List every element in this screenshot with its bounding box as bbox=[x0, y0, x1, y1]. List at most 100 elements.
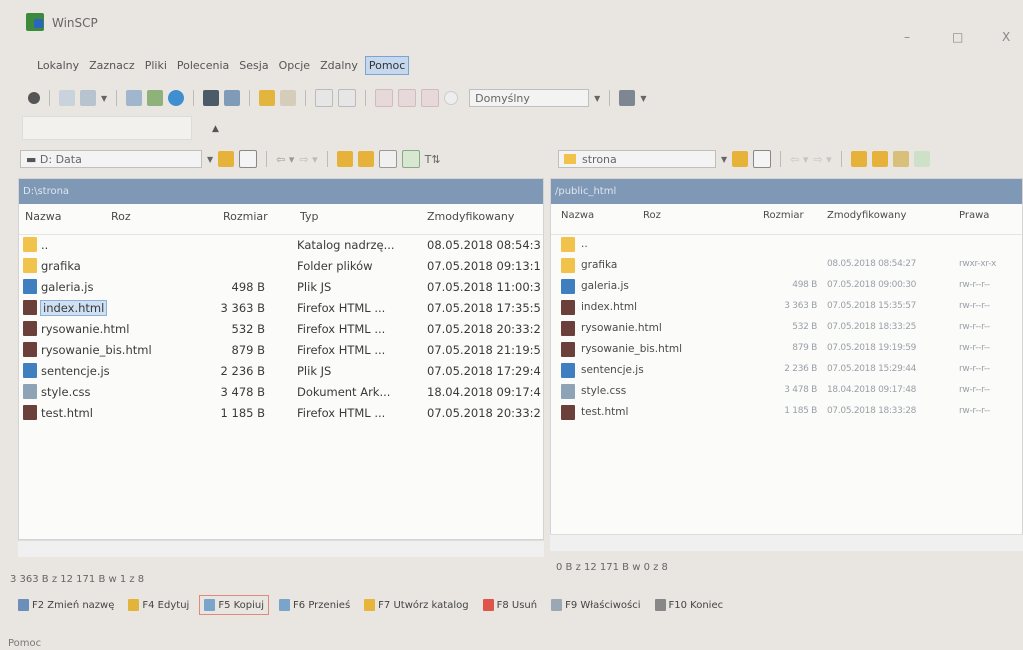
table-row[interactable]: sentencje.js 2 236 B Plik JS 07.05.2018 17:… bbox=[19, 361, 543, 382]
refresh-icon[interactable] bbox=[401, 150, 420, 168]
table-row[interactable]: test.html 1 185 B Firefox HTML ... 07.05.20… bbox=[19, 403, 543, 424]
preferences-icon[interactable] bbox=[28, 92, 40, 104]
refresh-icon[interactable] bbox=[913, 151, 930, 167]
close-button[interactable]: X bbox=[1002, 30, 1010, 44]
table-row[interactable]: rysowanie.html 532 B Firefox HTML ... 07.05… bbox=[19, 319, 543, 340]
function-key-button[interactable]: F9 Właściwości bbox=[547, 596, 644, 614]
menu-zdalny[interactable]: Zdalny bbox=[317, 57, 361, 74]
html-file-icon bbox=[561, 405, 575, 420]
queue-icon[interactable] bbox=[59, 90, 75, 106]
column-ext[interactable]: Roz bbox=[643, 210, 661, 221]
compare-icon[interactable] bbox=[126, 90, 143, 106]
chevron-down-icon[interactable]: ▼ bbox=[207, 155, 213, 164]
function-key-button[interactable]: F8 Usuń bbox=[479, 596, 542, 614]
root-directory-icon[interactable] bbox=[871, 151, 888, 167]
menu-lokalny[interactable]: Lokalny bbox=[34, 57, 82, 74]
table-row[interactable]: grafika Folder plików 07.05.2018 09:13:1 bbox=[19, 256, 543, 277]
column-modified[interactable]: Zmodyfikowany bbox=[427, 210, 514, 223]
menu-zaznacz[interactable]: Zaznacz bbox=[86, 57, 138, 74]
back-icon[interactable]: ⇦ ▾ bbox=[790, 153, 808, 166]
column-ext[interactable]: Roz bbox=[111, 210, 131, 223]
left-drive-select[interactable]: ▬ D: Data bbox=[20, 150, 202, 168]
function-key-label: F5 Kopiuj bbox=[218, 599, 265, 611]
function-key-button[interactable]: F5 Kopiuj bbox=[199, 595, 270, 615]
view-details-icon[interactable] bbox=[398, 89, 417, 107]
column-modified[interactable]: Zmodyfikowany bbox=[827, 210, 906, 221]
remote-horizontal-scrollbar[interactable] bbox=[550, 534, 1023, 551]
filter-icon[interactable] bbox=[753, 150, 772, 168]
session-tab[interactable] bbox=[22, 116, 192, 140]
menu-pomoc[interactable]: Pomoc bbox=[364, 55, 410, 75]
local-path-header: D:\strona bbox=[19, 179, 543, 204]
terminal-icon[interactable] bbox=[203, 90, 220, 106]
table-row[interactable]: style.css 3 478 B Dokument Ark... 18.04.201… bbox=[19, 382, 543, 403]
remote-status: 0 B z 12 171 B w 0 z 8 bbox=[556, 562, 668, 573]
table-row[interactable]: rysowanie.html 532 B 07.05.2018 18:33:25 rw… bbox=[551, 319, 1022, 340]
menu-sesja[interactable]: Sesja bbox=[236, 57, 271, 74]
column-name[interactable]: Nazwa bbox=[25, 210, 61, 223]
table-row[interactable]: index.html 3 363 B Firefox HTML ... 07.05.2… bbox=[19, 298, 543, 319]
unselect-icon[interactable] bbox=[338, 89, 357, 107]
help-icon[interactable] bbox=[444, 91, 459, 105]
filter-icon[interactable] bbox=[239, 150, 258, 168]
column-rights[interactable]: Prawa bbox=[959, 210, 989, 221]
function-key-button[interactable]: F4 Edytuj bbox=[124, 596, 193, 614]
function-key-button[interactable]: F2 Zmień nazwę bbox=[14, 596, 118, 614]
find-files-icon[interactable] bbox=[259, 90, 276, 106]
table-row[interactable]: index.html 3 363 B 07.05.2018 15:35:57 rw-r… bbox=[551, 298, 1022, 319]
column-size[interactable]: Rozmiar bbox=[763, 210, 804, 221]
home-icon[interactable] bbox=[892, 151, 909, 167]
forward-icon[interactable]: ⇨ ▾ bbox=[813, 153, 831, 166]
menu-opcje[interactable]: Opcje bbox=[276, 57, 314, 74]
refresh-icon[interactable] bbox=[168, 90, 185, 106]
view-icons-icon[interactable] bbox=[421, 89, 440, 107]
synchronize-icon[interactable] bbox=[80, 90, 96, 106]
function-key-button[interactable]: F7 Utwórz katalog bbox=[360, 596, 472, 614]
table-row[interactable]: sentencje.js 2 236 B 07.05.2018 15:29:44 rw… bbox=[551, 361, 1022, 382]
file-size: 3 363 B bbox=[220, 301, 265, 315]
table-row[interactable]: galeria.js 498 B 07.05.2018 09:00:30 rw-r--… bbox=[551, 277, 1022, 298]
parent-directory-icon[interactable] bbox=[336, 151, 353, 167]
file-type: Firefox HTML ... bbox=[297, 301, 386, 315]
transfer-options-icon[interactable] bbox=[619, 90, 636, 106]
home-icon[interactable] bbox=[378, 150, 397, 168]
column-name[interactable]: Nazwa bbox=[561, 210, 594, 221]
maximize-button[interactable]: □ bbox=[952, 30, 963, 44]
minimize-button[interactable]: – bbox=[904, 30, 910, 44]
table-row[interactable]: .. bbox=[551, 235, 1022, 256]
table-row[interactable]: galeria.js 498 B Plik JS 07.05.2018 11:00:3 bbox=[19, 277, 543, 298]
function-key-button[interactable]: F10 Koniec bbox=[651, 596, 728, 614]
table-row[interactable]: test.html 1 185 B 07.05.2018 18:33:28 rw-r-… bbox=[551, 403, 1022, 424]
sort-icon[interactable]: T⇅ bbox=[425, 153, 441, 166]
table-row[interactable]: style.css 3 478 B 18.04.2018 09:17:48 rw-r-… bbox=[551, 382, 1022, 403]
local-horizontal-scrollbar[interactable] bbox=[18, 540, 544, 557]
table-row[interactable]: rysowanie_bis.html 879 B 07.05.2018 19:19:… bbox=[551, 340, 1022, 361]
keep-up-to-date-icon[interactable] bbox=[147, 90, 164, 106]
view-list-icon[interactable] bbox=[375, 89, 394, 107]
table-row[interactable]: rysowanie_bis.html 879 B Firefox HTML ... 0… bbox=[19, 340, 543, 361]
parent-directory-icon[interactable] bbox=[850, 151, 867, 167]
chevron-down-icon[interactable]: ▼ bbox=[101, 94, 107, 103]
function-key-button[interactable]: F6 Przenieś bbox=[275, 596, 354, 614]
column-type[interactable]: Typ bbox=[300, 210, 319, 223]
new-tab-icon[interactable]: ▲ bbox=[212, 124, 219, 134]
putty-icon[interactable] bbox=[224, 90, 241, 106]
open-folder-icon[interactable] bbox=[732, 151, 749, 167]
select-icon[interactable] bbox=[315, 89, 334, 107]
back-icon[interactable]: ⇦ ▾ bbox=[276, 153, 294, 166]
transfer-settings-select[interactable]: Domyślny bbox=[469, 89, 590, 107]
forward-icon[interactable]: ⇨ ▾ bbox=[299, 153, 317, 166]
filter-icon[interactable] bbox=[280, 90, 297, 106]
table-row[interactable]: grafika 08.05.2018 08:54:27 rwxr-xr-x bbox=[551, 256, 1022, 277]
file-type: Plik JS bbox=[297, 364, 332, 378]
right-directory-select[interactable]: strona bbox=[558, 150, 716, 168]
column-size[interactable]: Rozmiar bbox=[223, 210, 268, 223]
chevron-down-icon[interactable]: ▼ bbox=[721, 155, 727, 164]
table-row[interactable]: .. Katalog nadrzę... 08.05.2018 08:54:3 bbox=[19, 235, 543, 256]
root-directory-icon[interactable] bbox=[357, 151, 374, 167]
menu-pliki[interactable]: Pliki bbox=[142, 57, 170, 74]
open-folder-icon[interactable] bbox=[218, 151, 235, 167]
chevron-down-icon[interactable]: ▼ bbox=[640, 94, 646, 103]
menu-polecenia[interactable]: Polecenia bbox=[174, 57, 232, 74]
chevron-down-icon[interactable]: ▼ bbox=[594, 94, 600, 103]
